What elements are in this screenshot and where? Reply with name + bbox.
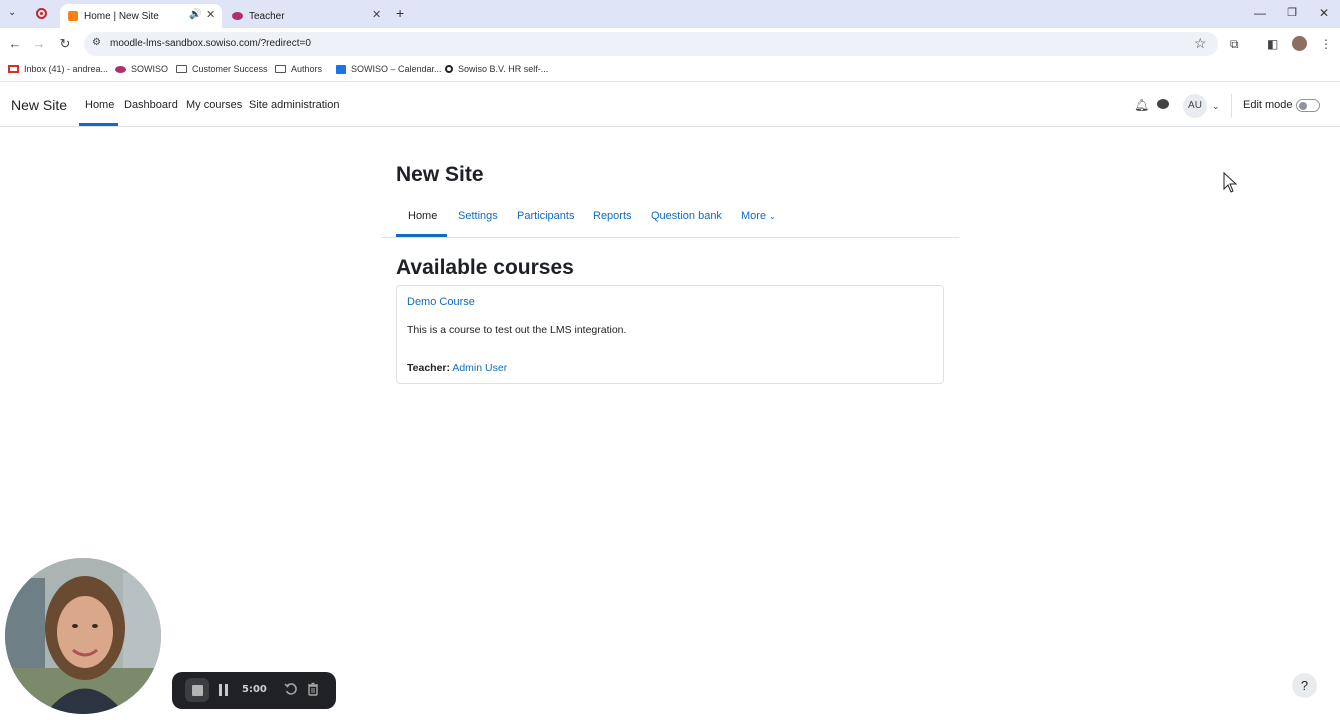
minimize-window-icon[interactable]: — xyxy=(1253,6,1267,20)
tab-teacher[interactable]: Teacher ✕ xyxy=(224,4,386,28)
user-menu-chevron-down-icon[interactable]: ⌄ xyxy=(1212,101,1220,112)
browser-tab-strip: ⌄ Home | New Site 🔊 ✕ Teacher ✕ + — ❐ ✕ xyxy=(0,0,1340,28)
restore-window-icon[interactable]: ❐ xyxy=(1285,6,1299,19)
course-name-link[interactable]: Demo Course xyxy=(407,296,475,308)
close-tab-icon[interactable]: ✕ xyxy=(372,8,381,21)
folder-icon xyxy=(176,65,187,73)
course-teacher: Teacher: Admin User xyxy=(407,362,507,374)
stop-icon xyxy=(192,685,203,696)
moodle-favicon-icon xyxy=(68,11,78,21)
pause-icon xyxy=(219,684,222,696)
bookmark-hr[interactable]: Sowiso B.V. HR self-... xyxy=(445,64,548,74)
nav-site-administration[interactable]: Site administration xyxy=(249,99,340,111)
sowiso-icon xyxy=(115,65,126,73)
chevron-down-icon: ⌄ xyxy=(769,212,776,221)
active-nav-indicator xyxy=(79,123,118,126)
tab-home-new-site[interactable]: Home | New Site 🔊 ✕ xyxy=(60,4,222,28)
forward-arrow-icon[interactable]: → xyxy=(31,36,47,51)
navbar-divider xyxy=(1231,94,1232,118)
course-card: Demo Course This is a course to test out… xyxy=(396,285,944,384)
bookmark-customer-success[interactable]: Customer Success xyxy=(176,64,268,74)
reload-icon[interactable]: ↻ xyxy=(57,36,73,52)
stop-recording-button[interactable] xyxy=(185,678,209,702)
mouse-cursor-icon xyxy=(1223,172,1238,193)
delete-recording-icon[interactable] xyxy=(306,682,320,696)
restart-recording-icon[interactable] xyxy=(284,682,298,696)
extensions-icon[interactable]: ⧉ xyxy=(1230,37,1239,52)
nav-dashboard[interactable]: Dashboard xyxy=(124,99,178,111)
edit-mode-label: Edit mode xyxy=(1243,99,1293,111)
user-avatar[interactable]: AU xyxy=(1183,94,1207,118)
bookmarks-bar: Inbox (41) - andrea... SOWISO Customer S… xyxy=(0,60,1340,82)
close-tab-icon[interactable]: ✕ xyxy=(206,8,215,21)
recording-timer: 5:00 xyxy=(242,684,267,695)
new-tab-plus-icon[interactable]: + xyxy=(396,5,404,21)
edit-mode-toggle[interactable] xyxy=(1296,99,1320,112)
messages-chat-icon[interactable] xyxy=(1157,99,1169,109)
back-arrow-icon[interactable]: ← xyxy=(7,36,23,51)
more-label: More xyxy=(741,210,767,222)
bookmark-sowiso[interactable]: SOWISO xyxy=(115,64,168,74)
tab-title: Teacher xyxy=(249,10,285,22)
secondary-navigation: Home Settings Participants Reports Quest… xyxy=(381,205,959,238)
moodle-navbar: New Site Home Dashboard My courses Site … xyxy=(0,84,1340,127)
secondary-nav-reports[interactable]: Reports xyxy=(593,210,632,222)
secondary-nav-participants[interactable]: Participants xyxy=(517,210,574,222)
gmail-icon xyxy=(8,65,19,73)
bookmark-calendar[interactable]: SOWISO – Calendar... xyxy=(336,64,442,74)
secondary-nav-home[interactable]: Home xyxy=(408,210,437,222)
nav-my-courses[interactable]: My courses xyxy=(186,99,242,111)
course-summary: This is a course to test out the LMS int… xyxy=(407,324,627,336)
teacher-name-link[interactable]: Admin User xyxy=(452,362,507,374)
bookmark-label: Inbox (41) - andrea... xyxy=(24,64,109,74)
bookmark-authors[interactable]: Authors xyxy=(275,64,322,74)
teacher-label: Teacher: xyxy=(407,362,450,374)
bookmark-star-icon[interactable]: ☆ xyxy=(1194,35,1207,52)
browser-toolbar: ← → ↻ ⚙ moodle-lms-sandbox.sowiso.com/?r… xyxy=(0,28,1340,60)
close-window-icon[interactable]: ✕ xyxy=(1317,6,1331,20)
bookmark-label: SOWISO – Calendar... xyxy=(351,64,442,74)
secondary-nav-question-bank[interactable]: Question bank xyxy=(651,210,722,222)
bookmark-label: Sowiso B.V. HR self-... xyxy=(458,64,549,74)
bookmark-label: Customer Success xyxy=(192,64,268,74)
webcam-preview[interactable] xyxy=(5,558,161,714)
bookmark-label: SOWISO xyxy=(131,64,169,74)
pause-icon xyxy=(225,684,228,696)
recording-indicator-icon xyxy=(36,8,47,19)
site-name[interactable]: New Site xyxy=(11,97,67,113)
page-title: New Site xyxy=(396,163,484,186)
pause-recording-button[interactable] xyxy=(218,684,230,697)
active-secondary-nav-indicator xyxy=(396,234,447,237)
calendar-icon xyxy=(336,64,346,74)
folder-icon xyxy=(275,65,286,73)
notification-bell-icon[interactable]: 🔔︎ xyxy=(1134,98,1149,112)
sowiso-favicon-icon xyxy=(232,12,243,20)
url-text[interactable]: moodle-lms-sandbox.sowiso.com/?redirect=… xyxy=(110,38,311,49)
secondary-nav-settings[interactable]: Settings xyxy=(458,210,498,222)
available-courses-heading: Available courses xyxy=(396,256,574,279)
recording-controls: 5:00 xyxy=(172,672,336,709)
tab-search-chevron-icon[interactable]: ⌄ xyxy=(8,7,16,18)
site-info-icon[interactable]: ⚙ xyxy=(92,37,101,48)
toggle-knob xyxy=(1299,102,1307,110)
webcam-person-image xyxy=(5,558,161,714)
hr-icon xyxy=(445,65,453,73)
bookmark-inbox[interactable]: Inbox (41) - andrea... xyxy=(8,64,108,74)
help-button[interactable]: ? xyxy=(1292,673,1317,698)
secondary-nav-more[interactable]: More ⌄ xyxy=(741,210,776,222)
tab-title: Home | New Site xyxy=(84,10,159,22)
nav-home[interactable]: Home xyxy=(85,99,114,111)
profile-avatar-icon[interactable] xyxy=(1292,36,1307,51)
browser-menu-icon[interactable]: ⋮ xyxy=(1320,37,1332,51)
audio-playing-icon[interactable]: 🔊 xyxy=(189,9,201,20)
address-bar[interactable]: ⚙ moodle-lms-sandbox.sowiso.com/?redirec… xyxy=(84,32,1218,56)
bookmark-label: Authors xyxy=(291,64,323,74)
side-panel-icon[interactable]: ◧ xyxy=(1267,37,1278,51)
